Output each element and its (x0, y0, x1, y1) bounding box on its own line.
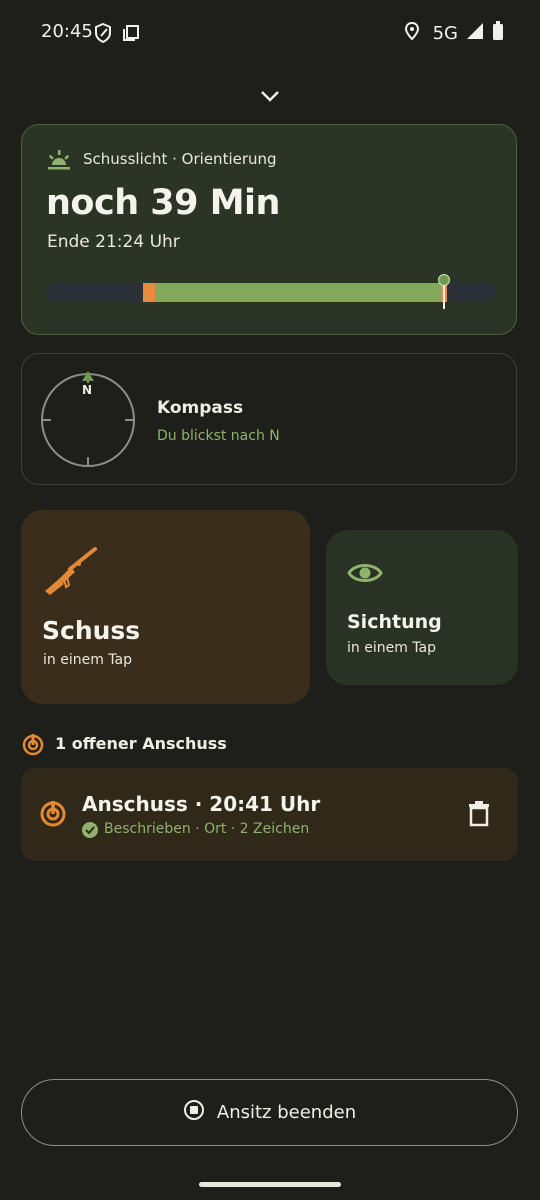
anschuss-list-item[interactable]: Anschuss · 20:41 Uhr Beschrieben · Ort ·… (21, 768, 518, 861)
light-progress-green-segment (154, 283, 442, 302)
eye-icon (347, 560, 383, 590)
battery-icon (492, 21, 504, 46)
light-progress-now-dot (438, 274, 451, 286)
sichtung-subtitle: in einem Tap (347, 640, 436, 656)
copy-icon (122, 24, 140, 46)
light-progress-bar (46, 274, 495, 309)
target-icon (21, 732, 45, 760)
end-ansitz-label: Ansitz beenden (216, 1102, 357, 1123)
schuss-title: Schuss (42, 616, 141, 645)
schuss-button[interactable]: Schuss in einem Tap (21, 510, 310, 704)
end-time: Ende 21:24 Uhr (47, 232, 180, 252)
chevron-down-icon[interactable] (259, 88, 281, 108)
remaining-time: noch 39 Min (46, 183, 280, 223)
compass-subtitle: Du blickst nach N (157, 428, 280, 444)
open-anschuss-heading: 1 offener Anschuss (55, 734, 227, 753)
anschuss-status: Beschrieben · Ort · 2 Zeichen (104, 821, 310, 837)
schuss-subtitle: in einem Tap (43, 652, 132, 668)
sichtung-button[interactable]: Sichtung in einem Tap (326, 530, 518, 685)
check-circle-icon (82, 822, 98, 842)
status-right-group: 5G (404, 21, 504, 46)
home-indicator[interactable] (199, 1182, 341, 1187)
sunrise-icon (47, 149, 71, 175)
stop-circle-icon (183, 1099, 205, 1126)
compass-north-label: N (82, 383, 93, 397)
rifle-icon (42, 547, 98, 601)
status-time: 20:45 (41, 21, 93, 42)
light-card-label: Schusslicht · Orientierung (83, 150, 277, 168)
location-icon (404, 21, 419, 45)
shield-icon (94, 22, 112, 47)
target-icon (39, 799, 67, 831)
light-progress-orange-segment (142, 283, 155, 302)
end-ansitz-button[interactable]: Ansitz beenden (21, 1079, 518, 1146)
anschuss-title: Anschuss · 20:41 Uhr (82, 792, 321, 816)
network-label: 5G (432, 23, 458, 44)
sichtung-title: Sichtung (347, 611, 442, 633)
compass-title: Kompass (157, 398, 244, 418)
shooting-light-card[interactable]: Schusslicht · Orientierung noch 39 Min E… (21, 124, 517, 335)
signal-icon (466, 22, 484, 45)
compass-card[interactable]: N Kompass Du blickst nach N (21, 353, 517, 485)
trash-icon[interactable] (468, 801, 490, 831)
